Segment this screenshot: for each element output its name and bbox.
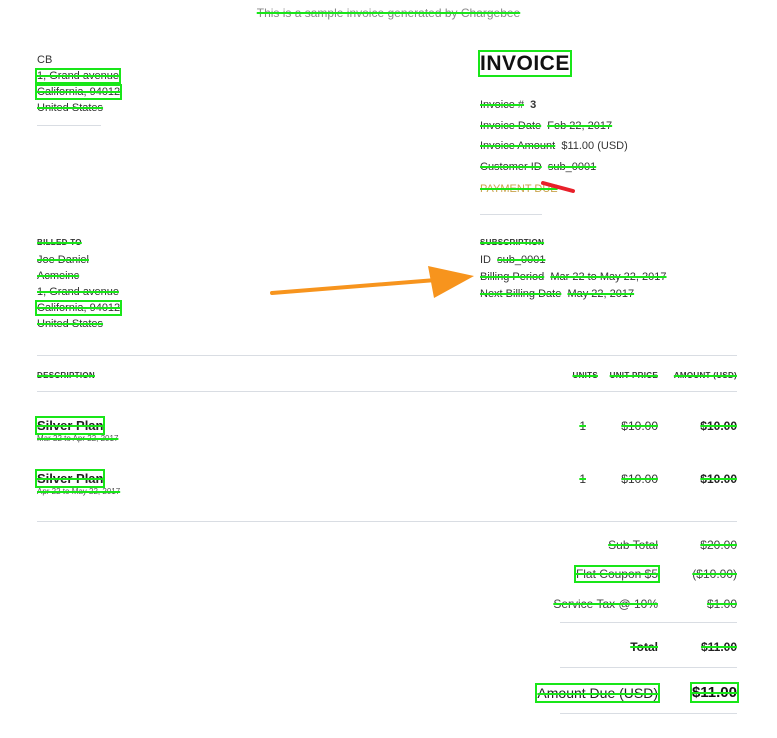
seller-address: CB 1, Grand avenue California, 94012 Uni… xyxy=(34,52,123,116)
subtotal-value: $20.00 xyxy=(700,538,737,552)
coupon-label: Flat Coupon $5 xyxy=(573,565,661,583)
table-row: Silver Plan Apr 22 to May 22, 2017 xyxy=(34,469,121,496)
invoice-title: INVOICE xyxy=(478,50,572,77)
subscription-heading: SUBSCRIPTION xyxy=(480,238,545,247)
tax-label: Service Tax @ 10% xyxy=(553,597,658,611)
table-bottom-rule xyxy=(37,521,737,522)
col-description: DESCRIPTION xyxy=(37,371,95,380)
total-rule xyxy=(560,667,737,668)
billing-period-row: Billing Period Mar 22 to May 22, 2017 xyxy=(480,271,667,283)
seller-street: 1, Grand avenue xyxy=(35,68,121,84)
col-units: UNITS xyxy=(572,371,598,380)
billed-to-street: 1, Grand avenue xyxy=(37,286,119,298)
invoice-divider xyxy=(480,214,542,215)
total-label: Total xyxy=(630,640,658,654)
seller-city: California, 94012 xyxy=(34,84,123,100)
coupon-value: ($10.00) xyxy=(692,567,737,581)
item-period: Mar 22 to Apr 22, 2017 xyxy=(37,434,119,443)
item-units: 1 xyxy=(579,472,586,486)
table-row: Silver Plan Mar 22 to Apr 22, 2017 xyxy=(34,416,119,443)
arrow-icon xyxy=(270,266,474,298)
invoice-amount-row: Invoice Amount $11.00 (USD) xyxy=(480,140,628,152)
subscription-id-row: ID sub_0001 xyxy=(480,254,546,266)
sample-note: This is a sample invoice generated by Ch… xyxy=(256,6,521,20)
item-unit-price: $10.00 xyxy=(621,472,658,486)
total-value: $11.00 xyxy=(700,640,737,654)
col-amount: AMOUNT (USD) xyxy=(673,371,737,380)
billed-to-city: California, 94012 xyxy=(34,300,123,316)
table-top-rule xyxy=(37,355,737,356)
item-amount: $10.00 xyxy=(700,419,737,433)
subscription-details: ID sub_0001 Billing Period Mar 22 to May… xyxy=(480,252,667,303)
amount-due-rule xyxy=(560,713,737,714)
seller-name: CB xyxy=(37,54,53,66)
table-header-rule xyxy=(37,391,737,392)
amount-due-label: Amount Due (USD) xyxy=(535,683,660,703)
item-unit-price: $10.00 xyxy=(621,419,658,433)
customer-id-row: Customer ID sub_0001 xyxy=(480,160,597,173)
billed-to-country: United States xyxy=(37,318,104,330)
invoice-date-row: Invoice Date Feb 22, 2017 xyxy=(480,119,613,132)
item-title: Silver Plan xyxy=(34,469,106,488)
amount-due-value: $11.00 xyxy=(689,682,740,703)
seller-country: United States xyxy=(37,102,104,114)
billed-to-name: Joe Daniel xyxy=(37,254,89,266)
seller-divider xyxy=(37,125,101,126)
next-billing-row: Next Billing Date May 22, 2017 xyxy=(480,288,635,300)
tax-value: $1.00 xyxy=(706,597,737,611)
billed-to-heading: BILLED TO xyxy=(37,238,82,247)
item-amount: $10.00 xyxy=(700,472,737,486)
item-period: Apr 22 to May 22, 2017 xyxy=(37,487,121,496)
billed-to-company: Acmeinc xyxy=(37,270,80,282)
col-unit-price: UNIT PRICE xyxy=(609,371,658,380)
invoice-meta: Invoice # 3 Invoice Date Feb 22, 2017 In… xyxy=(480,95,628,177)
subtotal-label: Sub Total xyxy=(608,538,658,552)
item-units: 1 xyxy=(579,419,586,433)
red-mark-icon xyxy=(541,181,575,193)
item-title: Silver Plan xyxy=(34,416,106,435)
invoice-number-row: Invoice # 3 xyxy=(480,99,537,111)
summary-rule xyxy=(560,622,737,623)
billed-to-address: Joe Daniel Acmeinc 1, Grand avenue Calif… xyxy=(34,252,123,332)
